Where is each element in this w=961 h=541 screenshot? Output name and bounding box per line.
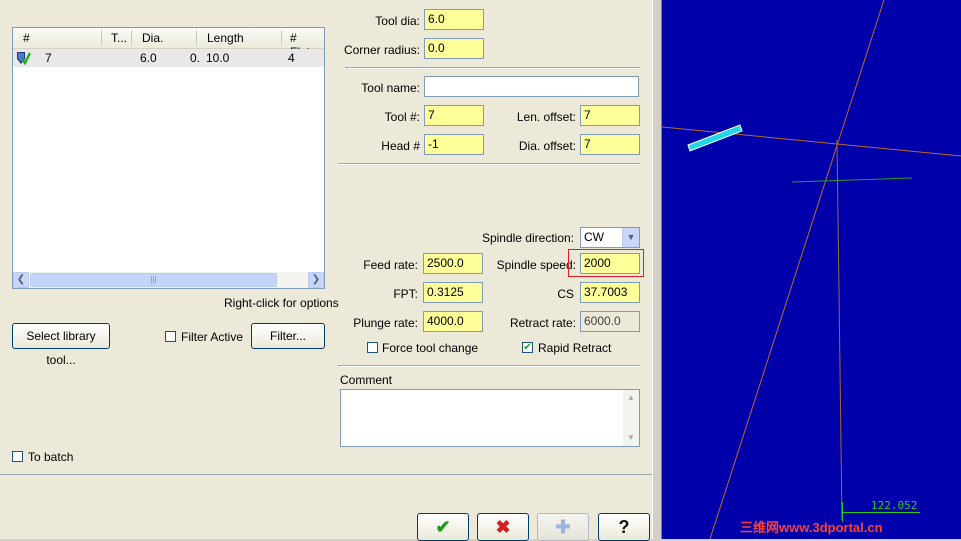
comment-textarea[interactable]: ▲ ▼: [340, 389, 640, 447]
spindle-direction-select[interactable]: CW ▼: [580, 227, 640, 248]
tool-row-num: 7: [45, 51, 52, 65]
head-label: Head #: [381, 139, 420, 153]
3d-viewport[interactable]: 122.052 三维网www.3dportal.cn: [662, 0, 961, 539]
scroll-down-icon[interactable]: ▼: [623, 430, 639, 446]
fpt-label: FPT:: [393, 287, 418, 301]
scroll-right-icon[interactable]: ❯: [308, 272, 324, 288]
plus-icon: ✚: [555, 517, 571, 537]
separator: [338, 163, 640, 165]
spindle-direction-value: CW: [584, 230, 604, 244]
plunge-rate-field[interactable]: 4000.0: [423, 311, 483, 332]
tool-name-field[interactable]: [424, 76, 639, 97]
rapid-retract-checkbox[interactable]: ✔: [522, 342, 533, 353]
help-button[interactable]: ?: [598, 513, 650, 541]
tool-dialog-panel: # T... Dia. Length # Flute 7 6.0 0. 10.0…: [0, 0, 652, 474]
watermark: 三维网www.3dportal.cn: [740, 520, 883, 535]
column-header-num[interactable]: #: [23, 31, 30, 45]
right-click-hint: Right-click for options: [224, 296, 339, 310]
tool-row-extra: 0.: [190, 51, 201, 65]
feed-rate-label: Feed rate:: [363, 258, 418, 272]
highlight-box: [568, 249, 644, 277]
filter-active-checkbox[interactable]: [165, 331, 176, 342]
check-icon: ✔: [435, 517, 451, 537]
column-header-dia[interactable]: Dia.: [142, 31, 163, 45]
tool-list-hscrollbar[interactable]: ❮ ||| ❯: [13, 272, 324, 288]
tool-list-header: # T... Dia. Length # Flute: [13, 28, 324, 59]
cs-field[interactable]: 37.7003: [580, 282, 640, 303]
tool-num-field[interactable]: 7: [424, 105, 484, 126]
fpt-field[interactable]: 0.3125: [423, 282, 483, 303]
retract-rate-field: 6000.0: [580, 311, 640, 332]
retract-rate-label: Retract rate:: [509, 316, 576, 330]
dia-offset-label: Dia. offset:: [518, 139, 576, 153]
tool-row-flutes: 4: [288, 51, 295, 65]
tool-row-dia: 6.0: [140, 51, 157, 65]
column-header-type[interactable]: T...: [111, 31, 127, 45]
force-tool-change-checkbox[interactable]: [367, 342, 378, 353]
tool-dia-field[interactable]: 6.0: [424, 9, 484, 30]
select-library-tool-button[interactable]: Select library tool...: [12, 323, 110, 367]
spindle-speed-label: Spindle speed:: [496, 258, 576, 272]
separator: [345, 67, 640, 69]
tool-status-icon: [15, 50, 32, 69]
tool-name-label: Tool name:: [361, 81, 420, 95]
corner-radius-field[interactable]: 0.0: [424, 38, 484, 59]
len-offset-field[interactable]: 7: [580, 105, 640, 126]
viewport-scene: [662, 0, 961, 539]
tool-row-length: 10.0: [206, 51, 230, 65]
tool-list[interactable]: # T... Dia. Length # Flute 7 6.0 0. 10.0…: [12, 27, 325, 289]
plunge-rate-label: Plunge rate:: [353, 316, 418, 330]
filter-active-label: Filter Active: [181, 330, 244, 344]
splitter[interactable]: [652, 0, 662, 539]
chevron-down-icon[interactable]: ▼: [622, 228, 639, 247]
separator: [338, 365, 640, 367]
table-row[interactable]: 7 6.0 0. 10.0 4: [13, 49, 324, 67]
tool-dia-label: Tool dia:: [375, 14, 420, 28]
cancel-button[interactable]: ✖: [477, 513, 529, 541]
spindle-direction-label: Spindle direction:: [481, 231, 574, 245]
scale-bar: [842, 512, 920, 513]
comment-label: Comment: [340, 373, 393, 387]
rapid-retract-label: Rapid Retract: [538, 341, 612, 355]
ok-button[interactable]: ✔: [417, 513, 469, 541]
scroll-up-icon[interactable]: ▲: [623, 390, 639, 406]
corner-radius-label: Corner radius:: [343, 43, 420, 57]
x-icon: ✖: [495, 517, 511, 537]
scroll-thumb[interactable]: |||: [30, 273, 277, 287]
len-offset-label: Len. offset:: [516, 110, 576, 124]
head-field[interactable]: -1: [424, 134, 484, 155]
cs-label: CS: [557, 287, 574, 301]
question-icon: ?: [618, 517, 630, 537]
scroll-left-icon[interactable]: ❮: [13, 272, 29, 288]
scale-readout: 122.052: [871, 499, 918, 512]
force-tool-change-label: Force tool change: [382, 341, 479, 355]
to-batch-label: To batch: [28, 450, 74, 464]
dia-offset-field[interactable]: 7: [580, 134, 640, 155]
filter-button[interactable]: Filter...: [251, 323, 325, 349]
comment-vscrollbar[interactable]: ▲ ▼: [623, 390, 639, 446]
tool-num-label: Tool #:: [384, 110, 420, 124]
column-header-length[interactable]: Length: [207, 31, 244, 45]
add-button[interactable]: ✚: [537, 513, 589, 541]
to-batch-checkbox[interactable]: [12, 451, 23, 462]
